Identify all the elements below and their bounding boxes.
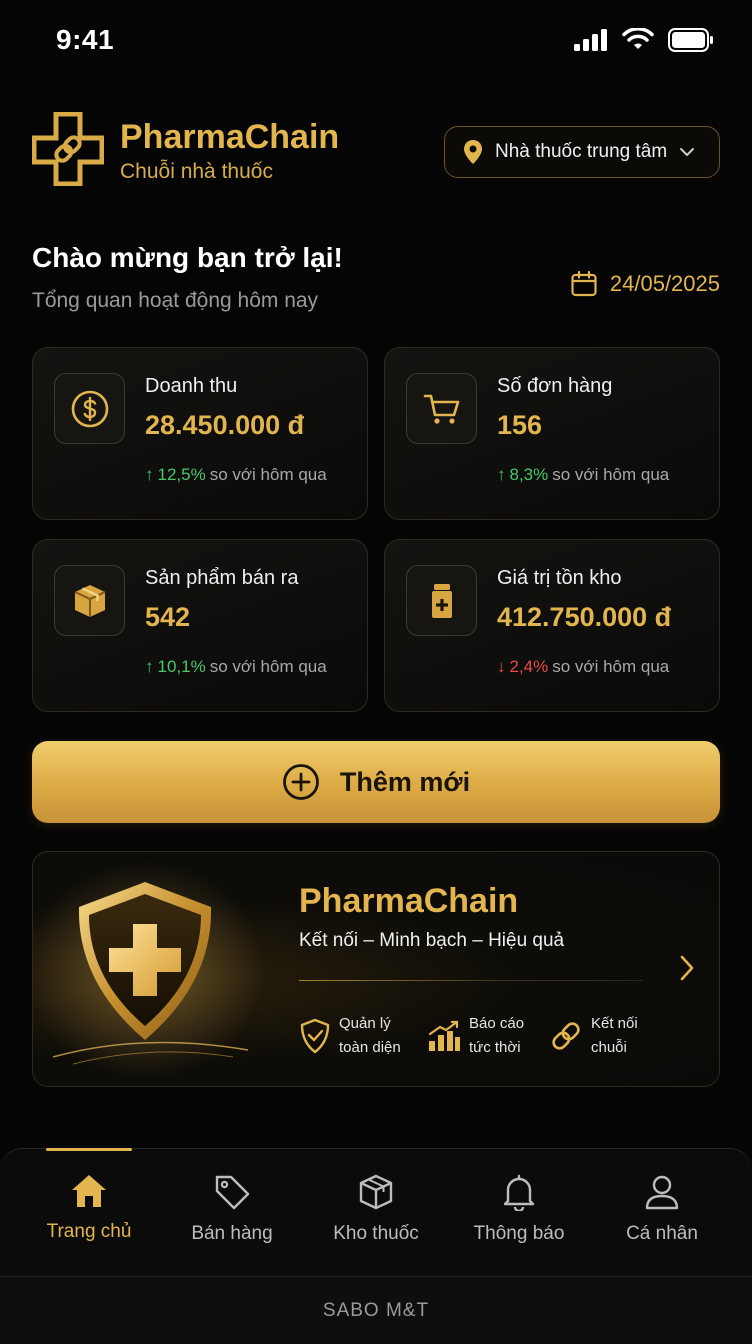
status-icons — [574, 28, 714, 52]
welcome-title: Chào mừng bạn trở lại! — [32, 242, 343, 273]
change-percent: 12,5% — [157, 465, 206, 484]
change-compare: so với hôm qua — [209, 465, 327, 484]
feature-reports: Báo cáo tức thời — [427, 1012, 539, 1060]
feature-line: tức thời — [469, 1039, 521, 1056]
stat-label: Số đơn hàng — [497, 375, 613, 397]
stat-label: Giá trị tồn kho — [497, 567, 622, 589]
change-percent: 8,3% — [509, 465, 549, 484]
cross-chain-logo — [32, 112, 104, 186]
active-tab-indicator — [46, 1148, 132, 1151]
feature-label: Quản lý toàn diện — [339, 1012, 409, 1060]
tab-label: Cá nhân — [626, 1223, 698, 1244]
chevron-down-icon — [680, 148, 695, 156]
stat-icon-box — [406, 565, 477, 636]
tab-sales[interactable]: Bán hàng — [160, 1173, 304, 1263]
stat-icon-box — [54, 565, 125, 636]
wifi-icon — [622, 28, 654, 49]
feature-line: Báo cáo — [469, 1015, 525, 1032]
bottom-tab-bar: Trang chủ Bán hàng Kho thuốc Thông báo C… — [0, 1148, 752, 1276]
promo-title: PharmaChain — [299, 882, 519, 920]
tab-label: Trang chủ — [46, 1221, 132, 1242]
tab-label: Kho thuốc — [333, 1223, 419, 1244]
stat-value: 156 — [497, 410, 543, 440]
plus-circle-icon — [282, 764, 319, 800]
dollar-coin-icon — [71, 390, 108, 427]
brand-name: PharmaChain — [120, 118, 340, 156]
tab-label: Bán hàng — [191, 1223, 273, 1244]
box-icon — [74, 584, 105, 617]
arrow-up-icon: ↑ — [145, 657, 154, 676]
chevron-right-icon[interactable] — [679, 954, 695, 982]
shield-check-icon — [300, 1018, 330, 1054]
stat-change: ↑ 8,3% so với hôm qua — [497, 465, 669, 485]
change-compare: so với hôm qua — [552, 657, 670, 676]
change-compare: so với hôm qua — [209, 657, 327, 676]
status-bar: 9:41 — [0, 0, 752, 84]
date-display[interactable]: 24/05/2025 — [570, 270, 720, 298]
home-icon — [72, 1175, 106, 1207]
feature-label: Báo cáo tức thời — [469, 1012, 539, 1060]
add-new-label: Thêm mới — [339, 766, 471, 797]
tab-notifications[interactable]: Thông báo — [447, 1173, 591, 1263]
bell-icon — [503, 1174, 535, 1211]
store-selector[interactable]: Nhà thuốc trung tâm — [444, 126, 720, 178]
stat-label: Sản phẩm bán ra — [145, 567, 299, 589]
signal-icon — [574, 29, 607, 51]
stat-change: ↑ 10,1% so với hôm qua — [145, 657, 327, 677]
arrow-down-icon: ↓ — [497, 657, 506, 676]
stat-change: ↓ 2,4% so với hôm qua — [497, 657, 669, 677]
current-date: 24/05/2025 — [609, 271, 720, 296]
brand-subtitle: Chuỗi nhà thuốc — [120, 160, 273, 183]
tag-icon — [215, 1175, 250, 1210]
stat-change: ↑ 12,5% so với hôm qua — [145, 465, 327, 485]
feature-chain-link: Kết nối chuỗi — [549, 1012, 661, 1060]
stat-label: Doanh thu — [145, 375, 238, 397]
arrow-up-icon: ↑ — [145, 465, 154, 484]
feature-line: chuỗi — [591, 1039, 627, 1056]
stat-value: 542 — [145, 602, 191, 632]
store-selector-label: Nhà thuốc trung tâm — [495, 141, 668, 162]
promo-divider — [299, 980, 643, 981]
tab-label: Thông báo — [473, 1223, 565, 1244]
feature-line: toàn diện — [339, 1039, 401, 1056]
stat-icon-box — [406, 373, 477, 444]
footer-text: SABO M&T — [322, 1299, 430, 1321]
cart-icon — [423, 394, 459, 424]
change-compare: so với hôm qua — [552, 465, 670, 484]
battery-icon — [668, 28, 713, 52]
stat-value: 412.750.000 đ — [497, 602, 672, 632]
stat-icon-box — [54, 373, 125, 444]
medicine-bottle-icon — [431, 583, 452, 618]
tab-home[interactable]: Trang chủ — [17, 1173, 161, 1263]
status-time: 9:41 — [56, 24, 115, 55]
calendar-icon — [571, 270, 597, 297]
promo-tagline: Kết nối – Minh bạch – Hiệu quả — [299, 930, 565, 951]
link-icon — [552, 1022, 580, 1050]
feature-management: Quản lý toàn diện — [299, 1012, 409, 1060]
stat-card-inventory-value[interactable]: Giá trị tồn kho 412.750.000 đ ↓ 2,4% so … — [384, 539, 720, 712]
add-new-button[interactable]: Thêm mới — [32, 741, 720, 823]
user-icon — [645, 1175, 679, 1210]
change-percent: 10,1% — [157, 657, 206, 676]
stat-card-revenue[interactable]: Doanh thu 28.450.000 đ ↑ 12,5% so với hô… — [32, 347, 368, 520]
tab-profile[interactable]: Cá nhân — [590, 1173, 734, 1263]
promo-banner[interactable]: PharmaChain Kết nối – Minh bạch – Hiệu q… — [32, 851, 720, 1087]
location-pin-icon — [464, 140, 482, 164]
feature-line: Kết nối — [591, 1015, 638, 1032]
feature-label: Kết nối chuỗi — [591, 1012, 661, 1060]
bar-chart-icon — [428, 1020, 460, 1051]
change-percent: 2,4% — [509, 657, 549, 676]
app-header: PharmaChain Chuỗi nhà thuốc Nhà thuốc tr… — [32, 110, 720, 190]
feature-line: Quản lý — [339, 1015, 391, 1032]
welcome-subtitle: Tổng quan hoạt động hôm nay — [32, 289, 319, 312]
stat-card-products-sold[interactable]: Sản phẩm bán ra 542 ↑ 10,1% so với hôm q… — [32, 539, 368, 712]
arrow-up-icon: ↑ — [497, 465, 506, 484]
tab-inventory[interactable]: Kho thuốc — [304, 1173, 448, 1263]
footer-bar: SABO M&T — [0, 1276, 752, 1344]
stat-value: 28.450.000 đ — [145, 410, 305, 440]
stat-card-orders[interactable]: Số đơn hàng 156 ↑ 8,3% so với hôm qua — [384, 347, 720, 520]
package-icon — [359, 1174, 393, 1210]
shield-cross-illustration — [33, 860, 265, 1080]
